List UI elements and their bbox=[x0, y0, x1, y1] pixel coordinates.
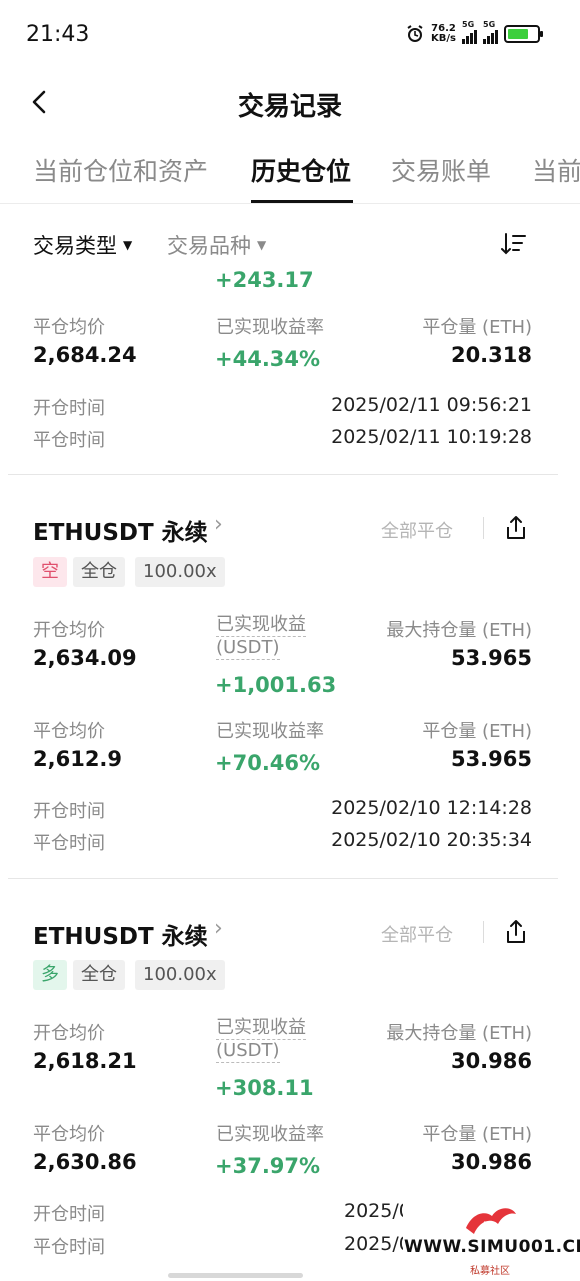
net-speed-unit: KB/s bbox=[431, 33, 456, 44]
nav-bar: 交易记录 bbox=[0, 70, 580, 134]
close-all-button[interactable]: 全部平仓 bbox=[381, 517, 453, 543]
realized-pnl-label[interactable]: 已实现收益 bbox=[216, 1017, 306, 1040]
tab-position-history[interactable]: 历史仓位 bbox=[251, 152, 351, 188]
open-time-value: 2025/0 bbox=[344, 1200, 411, 1222]
avg-close-label: 平仓均价 bbox=[33, 317, 105, 338]
status-icons: 76.2 KB/s 5G 5G bbox=[405, 20, 543, 44]
filter-symbol-label: 交易品种 bbox=[167, 234, 251, 258]
avg-open-label: 开仓均价 bbox=[33, 1023, 105, 1044]
avg-close-label: 平仓均价 bbox=[33, 1124, 105, 1145]
max-qty-value: 53.965 bbox=[450, 646, 532, 670]
share-icon[interactable] bbox=[503, 918, 529, 946]
vertical-separator bbox=[483, 921, 484, 943]
realized-pnl-value: +243.17 bbox=[215, 268, 314, 292]
pnl-rate-label: 已实现收益率 bbox=[216, 317, 324, 338]
max-qty-value: 30.986 bbox=[450, 1049, 532, 1073]
realized-pnl-value: +308.11 bbox=[215, 1076, 314, 1100]
tab-trade-bills[interactable]: 交易账单 bbox=[391, 152, 491, 188]
net-speed: 76.2 KB/s bbox=[431, 24, 456, 44]
page-title: 交易记录 bbox=[237, 92, 342, 122]
signal-label: 5G bbox=[462, 20, 475, 29]
close-qty-label: 平仓量 (ETH) bbox=[422, 1124, 532, 1145]
realized-pnl-unit: (USDT) bbox=[216, 637, 280, 660]
avg-open-value: 2,618.21 bbox=[33, 1049, 137, 1073]
home-indicator bbox=[168, 1273, 303, 1278]
sort-icon[interactable] bbox=[500, 230, 528, 258]
signal-icon: 5G bbox=[462, 20, 477, 44]
tab-active-indicator bbox=[251, 200, 353, 203]
status-time: 21:43 bbox=[26, 22, 90, 47]
close-time-value: 2025/02/10 20:35:34 bbox=[331, 829, 532, 851]
filter-bar: 交易类型 ▼ 交易品种 ▼ bbox=[0, 222, 580, 266]
filter-symbol[interactable]: 交易品种 ▼ bbox=[167, 230, 266, 260]
pnl-rate-label: 已实现收益率 bbox=[216, 1124, 324, 1145]
open-time-label: 开仓时间 bbox=[33, 1204, 105, 1225]
close-qty-label: 平仓量 (ETH) bbox=[422, 721, 532, 742]
caret-down-icon: ▼ bbox=[257, 238, 267, 252]
side-tag-long: 多 bbox=[33, 960, 67, 990]
close-time-label: 平仓时间 bbox=[33, 430, 105, 451]
open-time-label: 开仓时间 bbox=[33, 801, 105, 822]
avg-close-value: 2,684.24 bbox=[33, 343, 137, 367]
share-icon[interactable] bbox=[503, 514, 529, 542]
watermark-subtitle: 私募社区 bbox=[470, 1266, 510, 1277]
vertical-separator bbox=[483, 517, 484, 539]
leverage-tag: 100.00x bbox=[135, 960, 225, 990]
close-all-button[interactable]: 全部平仓 bbox=[381, 921, 453, 947]
tab-current[interactable]: 当前 bbox=[532, 152, 580, 188]
filter-trade-type-label: 交易类型 bbox=[33, 234, 117, 258]
pnl-rate-value: +37.97% bbox=[215, 1154, 321, 1178]
close-time-value: 2025/0 bbox=[344, 1233, 411, 1255]
symbol-name: ETHUSDT 永续 bbox=[33, 520, 208, 546]
close-qty-label: 平仓量 (ETH) bbox=[422, 317, 532, 338]
pnl-rate-label: 已实现收益率 bbox=[216, 721, 324, 742]
tab-current-positions[interactable]: 当前仓位和资产 bbox=[33, 152, 208, 188]
max-qty-label: 最大持仓量 (ETH) bbox=[386, 1023, 532, 1044]
max-qty-label: 最大持仓量 (ETH) bbox=[386, 620, 532, 641]
avg-close-value: 2,630.86 bbox=[33, 1150, 137, 1174]
chevron-right-icon[interactable]: › bbox=[214, 512, 223, 537]
margin-mode-tag: 全仓 bbox=[73, 557, 125, 587]
card-divider bbox=[8, 878, 558, 879]
margin-mode-tag: 全仓 bbox=[73, 960, 125, 990]
close-qty-value: 53.965 bbox=[450, 747, 532, 771]
realized-pnl-unit: (USDT) bbox=[216, 1040, 280, 1063]
avg-open-value: 2,634.09 bbox=[33, 646, 137, 670]
card-divider bbox=[8, 474, 558, 475]
close-time-value: 2025/02/11 10:19:28 bbox=[331, 426, 532, 448]
open-time-label: 开仓时间 bbox=[33, 398, 105, 419]
tab-bar: 当前仓位和资产 历史仓位 交易账单 当前 bbox=[0, 140, 580, 204]
signal-icon-2: 5G bbox=[483, 20, 498, 44]
close-time-label: 平仓时间 bbox=[33, 1237, 105, 1258]
realized-pnl-label[interactable]: 已实现收益 bbox=[216, 614, 306, 637]
signal-label-2: 5G bbox=[483, 20, 496, 29]
leverage-tag: 100.00x bbox=[135, 557, 225, 587]
symbol-name: ETHUSDT 永续 bbox=[33, 924, 208, 950]
close-qty-value: 20.318 bbox=[450, 343, 532, 367]
close-qty-value: 30.986 bbox=[450, 1150, 532, 1174]
side-tag-short: 空 bbox=[33, 557, 67, 587]
caret-down-icon: ▼ bbox=[123, 238, 133, 252]
pnl-rate-value: +70.46% bbox=[215, 751, 321, 775]
filter-trade-type[interactable]: 交易类型 ▼ bbox=[33, 230, 132, 260]
open-time-value: 2025/02/11 09:56:21 bbox=[331, 394, 532, 416]
watermark-logo-icon bbox=[466, 1208, 516, 1237]
realized-pnl-value: +1,001.63 bbox=[215, 673, 337, 697]
avg-close-label: 平仓均价 bbox=[33, 721, 105, 742]
watermark-site: WWW.SIMU001.CN bbox=[404, 1237, 580, 1257]
pnl-rate-value: +44.34% bbox=[215, 347, 321, 371]
alarm-icon bbox=[407, 25, 423, 42]
battery-icon bbox=[504, 25, 543, 43]
status-bar: 21:43 76.2 KB/s 5G 5G bbox=[0, 0, 580, 70]
open-time-value: 2025/02/10 12:14:28 bbox=[331, 797, 532, 819]
chevron-right-icon[interactable]: › bbox=[214, 916, 223, 941]
close-time-label: 平仓时间 bbox=[33, 833, 105, 854]
avg-open-label: 开仓均价 bbox=[33, 620, 105, 641]
avg-close-value: 2,612.9 bbox=[33, 747, 123, 771]
